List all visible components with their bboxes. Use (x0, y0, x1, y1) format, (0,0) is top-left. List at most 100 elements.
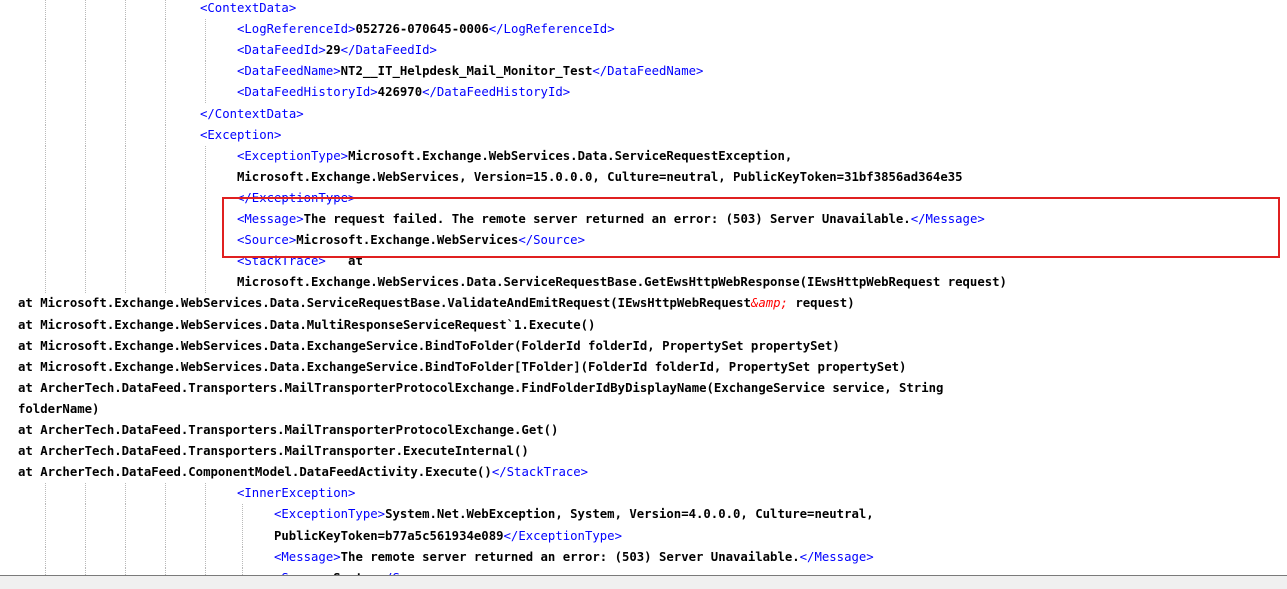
indent-guide (45, 504, 46, 526)
code-line: at ArcherTech.DataFeed.ComponentModel.Da… (0, 462, 1287, 483)
indent-guide (205, 187, 206, 209)
code-line: folderName) (0, 399, 1287, 420)
code-line: <LogReferenceId>052726-070645-0006</LogR… (0, 19, 1287, 41)
code-line: <Source>System</Source> (0, 567, 1287, 575)
xml-text: request) (787, 296, 855, 311)
error-highlight-box (222, 197, 1280, 258)
code-text: <LogReferenceId>052726-070645-0006</LogR… (237, 19, 615, 40)
indent-guide (125, 40, 126, 62)
code-text: at Microsoft.Exchange.WebServices.Data.E… (18, 357, 906, 378)
code-line: at ArcherTech.DataFeed.Transporters.Mail… (0, 420, 1287, 441)
indent-guide (165, 483, 166, 505)
code-text: at ArcherTech.DataFeed.Transporters.Mail… (18, 378, 943, 399)
indent-guide (45, 525, 46, 547)
xml-tag: <DataFeedHistoryId> (237, 85, 378, 100)
indent-guide (45, 272, 46, 294)
indent-guide (125, 230, 126, 252)
code-text: at ArcherTech.DataFeed.Transporters.Mail… (18, 420, 558, 441)
indent-guide (85, 0, 86, 19)
indent-guide (165, 103, 166, 125)
xml-text: NT2__IT_Helpdesk_Mail_Monitor_Test (340, 64, 593, 79)
code-text: <DataFeedName>NT2__IT_Helpdesk_Mail_Moni… (237, 61, 703, 82)
xml-text: 29 (325, 43, 341, 58)
xml-text: 426970 (377, 85, 423, 100)
indent-guide (45, 483, 46, 505)
xml-tag: </Message> (799, 549, 874, 564)
xml-tag: <DataFeedId> (237, 43, 326, 58)
xml-tag: <LogReferenceId> (237, 22, 356, 37)
xml-tag: </ContextData> (200, 106, 304, 121)
indent-guide (242, 504, 243, 526)
indent-guide (45, 40, 46, 62)
indent-guide (165, 82, 166, 104)
indent-guide (205, 40, 206, 62)
xml-text: at Microsoft.Exchange.WebServices.Data.E… (18, 359, 907, 374)
indent-guide (85, 19, 86, 41)
indent-guide (165, 0, 166, 19)
xml-text: at Microsoft.Exchange.WebServices.Data.E… (18, 338, 840, 353)
code-line: PublicKeyToken=b77a5c561934e089</Excepti… (0, 525, 1287, 547)
xml-text: PublicKeyToken=b77a5c561934e089 (274, 528, 504, 543)
xml-editor[interactable]: <ContextData> <LogReferenceId>052726-0706… (0, 0, 1287, 575)
indent-guide (85, 103, 86, 125)
indent-guide (125, 483, 126, 505)
code-line: <InnerException> (0, 483, 1287, 505)
indent-guide (125, 145, 126, 167)
indent-guide (165, 40, 166, 62)
indent-guide (45, 546, 46, 568)
code-text: <Source>System</Source> (274, 568, 444, 575)
indent-guide (125, 61, 126, 83)
indent-guide (125, 567, 126, 575)
indent-guide (125, 19, 126, 41)
code-line: </ContextData> (0, 103, 1287, 125)
indent-guide (205, 19, 206, 41)
xml-tag: <DataFeedName> (237, 64, 341, 79)
indent-guide (45, 61, 46, 83)
code-line: <DataFeedId>29</DataFeedId> (0, 40, 1287, 62)
code-text: at Microsoft.Exchange.WebServices.Data.E… (18, 336, 840, 357)
indent-guide (85, 272, 86, 294)
indent-guide (85, 61, 86, 83)
indent-guide (165, 61, 166, 83)
xml-tag: </DataFeedId> (340, 43, 437, 58)
code-text: <Message>The remote server returned an e… (274, 547, 874, 568)
xml-text: at ArcherTech.DataFeed.Transporters.Mail… (18, 380, 944, 395)
indent-guide (125, 209, 126, 230)
indent-guide (85, 504, 86, 526)
xml-tag: <Exception> (200, 127, 282, 142)
code-line: at Microsoft.Exchange.WebServices.Data.E… (0, 357, 1287, 378)
indent-guide (205, 166, 206, 188)
code-line: at Microsoft.Exchange.WebServices.Data.S… (0, 293, 1287, 314)
code-line: <Exception> (0, 124, 1287, 146)
indent-guide (205, 272, 206, 294)
indent-guide (242, 567, 243, 575)
indent-guide (165, 209, 166, 230)
xml-text: at Microsoft.Exchange.WebServices.Data.S… (18, 296, 751, 311)
xml-tag: <InnerException> (237, 486, 356, 501)
indent-guide (45, 82, 46, 104)
indent-guide (85, 546, 86, 568)
xml-text: folderName) (18, 401, 100, 416)
xml-tag: </StackTrace> (491, 465, 589, 480)
indent-guide (205, 61, 206, 83)
indent-guide (165, 124, 166, 146)
xml-tag: <ExceptionType> (237, 148, 349, 163)
indent-guide (165, 272, 166, 294)
xml-tag: <ExceptionType> (274, 507, 386, 522)
code-text: <InnerException> (237, 483, 355, 504)
code-text: <ContextData> (200, 0, 296, 19)
indent-guide (125, 504, 126, 526)
indent-guide (205, 251, 206, 273)
xml-text: at ArcherTech.DataFeed.Transporters.Mail… (18, 444, 529, 459)
indent-guide (165, 187, 166, 209)
horizontal-scrollbar[interactable] (0, 575, 1287, 589)
indent-guide (205, 82, 206, 104)
indent-guide (205, 504, 206, 526)
code-line: at Microsoft.Exchange.WebServices.Data.E… (0, 336, 1287, 357)
code-text: at ArcherTech.DataFeed.ComponentModel.Da… (18, 462, 588, 483)
indent-guide (125, 272, 126, 294)
xml-tag: </LogReferenceId> (488, 22, 615, 37)
indent-guide (165, 525, 166, 547)
indent-guide (85, 230, 86, 252)
indent-guide (45, 209, 46, 230)
